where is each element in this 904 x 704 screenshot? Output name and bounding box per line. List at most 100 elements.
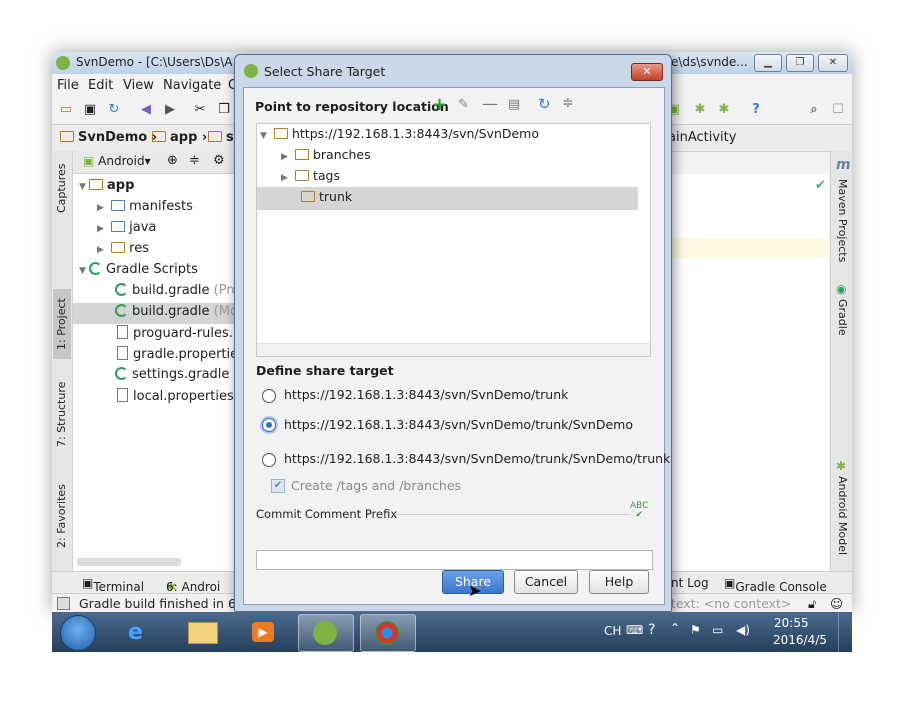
tab-maven-projects[interactable]: Maven Projects [833,179,851,267]
avd-manager-icon[interactable]: ✱ [716,102,732,118]
repo-node-trunk[interactable]: trunk [257,187,638,210]
remove-icon[interactable]: — [482,94,498,113]
settings-gear-icon[interactable]: ⚙ [213,153,225,168]
share-option-radio-1[interactable] [262,389,276,403]
horizontal-scrollbar[interactable] [77,558,181,566]
collapse-icon[interactable]: ≑ [189,153,200,168]
tree-node-app[interactable]: ▼ app [79,178,134,193]
save-icon[interactable]: ▣ [82,102,98,118]
menu-view[interactable]: View [123,78,154,93]
file-icon [117,325,128,339]
user-icon[interactable]: ☐ [830,102,846,118]
share-option-radio-3[interactable] [262,453,276,467]
repo-node-branches[interactable]: ▶ branches [281,147,371,162]
tree-node-settings-gradle[interactable]: settings.gradle (P [115,367,246,382]
maximize-button[interactable]: ❐ [786,54,814,72]
breadcrumb-label: app [170,130,198,145]
start-button[interactable] [60,615,96,651]
share-option-radio-2[interactable] [262,418,276,432]
spellcheck-icon[interactable]: ABC ✔ [630,502,648,520]
add-icon[interactable]: + [432,94,447,115]
tab-gradle-console[interactable]: ▣ Gradle Console [724,576,827,594]
lock-icon[interactable]: 🔓︎ [808,596,816,612]
tree-node-local-properties[interactable]: local.properties ( [117,388,243,404]
tab-project[interactable]: 1: Project [53,289,71,359]
share-option-label-2[interactable]: https://192.168.1.3:8443/svn/SvnDemo/tru… [284,417,633,432]
help-button[interactable]: Help [589,570,649,594]
sdk-manager-icon[interactable]: ✱ [692,102,708,118]
breadcrumb-src[interactable]: s [208,130,234,145]
share-option-label-3[interactable]: https://192.168.1.3:8443/svn/SvnDemo/tru… [284,451,670,466]
repo-tree-scrollbar[interactable] [257,343,650,356]
tab-terminal[interactable]: ▣ Terminal [82,576,144,594]
taskbar-android-studio[interactable] [298,614,354,652]
commit-prefix-label: Commit Comment Prefix [256,507,398,521]
folder-icon [273,128,288,139]
repo-node-root[interactable]: ▼ https://192.168.1.3:8443/svn/SvnDemo [260,126,539,141]
menu-edit[interactable]: Edit [88,78,113,93]
network-icon[interactable]: ▭ [712,623,723,637]
window-close-button[interactable]: ✕ [818,54,848,72]
tree-node-proguard[interactable]: proguard-rules.p [117,325,241,341]
help-tray-icon[interactable]: ? [648,622,655,638]
tab-captures[interactable]: Captures [53,157,71,219]
share-option-label-1[interactable]: https://192.168.1.3:8443/svn/SvnDemo/tru… [284,387,568,402]
tab-favorites[interactable]: 2: Favorites [53,481,71,551]
tree-node-build-gradle-module[interactable]: build.gradle (Mo [73,303,238,324]
cut-icon[interactable]: ✂ [192,102,208,118]
taskbar-ie[interactable]: e [114,614,168,650]
minimize-button[interactable]: ▁ [754,54,782,72]
show-hidden-icons[interactable]: ⌃ [670,621,680,635]
tab-android-model[interactable]: Android Model [833,476,851,571]
commit-prefix-input[interactable] [256,550,653,570]
project-view-selector[interactable]: ▣ Android▾ [83,154,151,168]
open-folder-icon[interactable]: ▭ [58,102,74,118]
breadcrumb-app[interactable]: app › [152,130,207,145]
clock-date[interactable]: 2016/4/5 [773,633,827,647]
flag-icon[interactable]: ⚑ [690,623,701,637]
tree-node-gradle-scripts[interactable]: ▼ Gradle Scripts [79,262,198,277]
tree-node-res[interactable]: ▶ res [97,241,149,256]
inspector-icon[interactable]: ☺ [830,596,843,611]
menu-file[interactable]: File [57,78,79,93]
target-icon[interactable]: ⊕ [167,153,178,168]
tree-node-build-gradle-project[interactable]: build.gradle (Proj [115,283,243,298]
editor-tab-mainactivity[interactable]: ainActivity [668,130,736,145]
tab-structure[interactable]: 7: Structure [53,379,71,449]
editor-area[interactable]: ✔ [670,174,829,571]
properties-file-icon [117,388,128,402]
menu-navigate[interactable]: Navigate [163,78,221,93]
tree-node-manifests[interactable]: ▶ manifests [97,199,193,214]
refresh-icon[interactable]: ↻ [538,95,551,113]
dialog-close-button[interactable]: ✕ [631,63,663,81]
taskbar-browser[interactable] [360,614,416,652]
android-studio-icon [244,64,258,78]
tree-node-java[interactable]: ▶ java [97,220,156,235]
taskbar-explorer[interactable] [176,614,230,650]
forward-icon[interactable]: ▶ [162,102,178,118]
keyboard-icon[interactable]: ⌨ [626,623,643,637]
status-toggle-icon[interactable] [57,597,70,610]
tab-event-log[interactable]: nt Log [671,576,709,590]
ime-indicator[interactable]: CH [604,624,621,638]
copy-icon[interactable]: ❐ [216,102,232,118]
cancel-button[interactable]: Cancel [514,570,578,594]
clock-time[interactable]: 20:55 [774,616,809,630]
create-tags-checkbox[interactable]: ✔ [271,479,285,493]
back-icon[interactable]: ◀ [138,102,154,118]
details-icon[interactable]: ▤ [508,97,520,112]
volume-icon[interactable]: ◀) [736,623,750,637]
mouse-cursor-icon: ➤ [468,581,482,600]
search-icon[interactable]: ⌕ [806,102,822,118]
tree-label: build.gradle [132,283,210,298]
collapse-all-icon[interactable]: ≑ [562,95,574,111]
tree-node-gradle-properties[interactable]: gradle.properties [117,346,245,362]
sync-icon[interactable]: ↻ [106,102,122,118]
tab-gradle[interactable]: Gradle [833,299,851,347]
help-icon[interactable]: ? [748,102,764,118]
show-desktop-button[interactable] [838,612,853,652]
taskbar-media-player[interactable]: ▶ [238,614,292,650]
repo-node-tags[interactable]: ▶ tags [281,168,340,183]
edit-icon[interactable]: ✎ [458,97,469,112]
breadcrumb-svndemo[interactable]: SvnDemo › [60,130,157,145]
